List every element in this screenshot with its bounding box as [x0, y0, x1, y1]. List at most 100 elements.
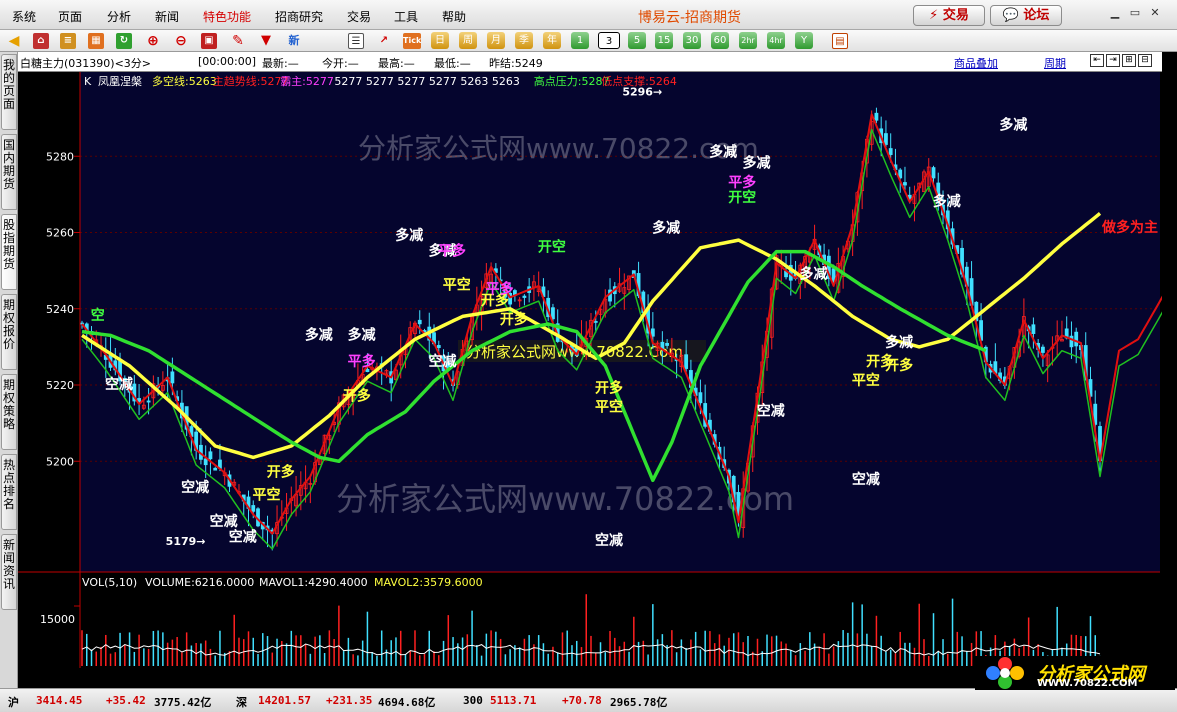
filter-icon[interactable]: ▼ — [258, 33, 274, 49]
mavol2-value: MAVOL2:3579.6000 — [374, 576, 483, 589]
back-arrow-icon[interactable]: ◀ — [6, 33, 22, 49]
overlay-link[interactable]: 商品叠加 — [954, 55, 998, 71]
candle-body — [203, 458, 208, 466]
mavol1-value: MAVOL1:4290.4000 — [259, 576, 368, 589]
candle-body — [146, 400, 151, 403]
menu-features[interactable]: 特色功能 — [203, 8, 251, 25]
tab-news[interactable]: 新闻资讯 — [1, 534, 17, 610]
signal-label-7: 多减 — [305, 326, 333, 343]
menu-tools[interactable]: 工具 — [394, 8, 418, 25]
cycle-5min[interactable]: 5 — [628, 32, 646, 49]
tab-option-quotes[interactable]: 期权报价 — [1, 294, 17, 370]
low-price: 最低:— — [434, 57, 471, 70]
forum-button[interactable]: 💬 论坛 — [990, 5, 1062, 26]
sz-price: 14201.57 — [258, 694, 311, 707]
cycle-60min[interactable]: 60 — [711, 32, 729, 49]
trend-icon[interactable]: ↗ — [376, 33, 392, 49]
indicator-prefix: K — [84, 75, 92, 88]
tick-icon[interactable]: Tick — [403, 33, 421, 49]
high-price: 最高:— — [378, 57, 415, 70]
menu-trade[interactable]: 交易 — [347, 8, 371, 25]
cycle-week[interactable]: 周 — [459, 32, 477, 49]
chart-settings-icon[interactable]: ⊟ — [1138, 54, 1152, 67]
pen-icon[interactable]: ✎ — [230, 33, 246, 49]
tab-my-pages-label: 我的页面 — [2, 58, 15, 111]
trade-button[interactable]: ⚡ 交易 — [913, 5, 985, 26]
zoom-in-icon[interactable]: ⊕ — [145, 33, 161, 49]
menu-research[interactable]: 招商研究 — [275, 8, 323, 25]
tab-index-futures[interactable]: 股指期货 — [1, 214, 17, 290]
signal-label-10: 开多 — [343, 387, 371, 404]
quote-time: [00:00:00] — [198, 55, 256, 68]
cycle-2hr[interactable]: 2hr — [739, 32, 757, 49]
signal-label-32: 平空 — [852, 372, 880, 389]
status-bar: 沪 3414.45 +35.42 3775.42亿 深 14201.57 +23… — [0, 688, 1177, 712]
close-icon[interactable]: ✕ — [1148, 6, 1162, 20]
cycle-year-y[interactable]: Y — [795, 32, 813, 49]
signal-label-11: 多减 — [395, 227, 423, 244]
menu-system[interactable]: 系统 — [12, 8, 36, 25]
contract-name[interactable]: 白糖主力(031390)<3分> — [20, 55, 151, 71]
menu-help[interactable]: 帮助 — [442, 8, 466, 25]
period-link[interactable]: 周期 — [1044, 55, 1066, 71]
calculator-icon[interactable]: ▤ — [832, 33, 848, 49]
menu-page[interactable]: 页面 — [58, 8, 82, 25]
cycle-15min[interactable]: 15 — [655, 32, 673, 49]
indicator-value-4: 高点压力:5287 — [534, 74, 610, 88]
signal-label-2: 空减 — [181, 479, 209, 496]
kline-chart[interactable]: 分析家公式网www.70822.com分析家公式网www.70822.com分析… — [18, 72, 1162, 668]
signal-label-6: 平空 — [252, 486, 280, 503]
scroll-left-icon[interactable]: ⇤ — [1090, 54, 1104, 67]
menu-news[interactable]: 新闻 — [155, 8, 179, 25]
tab-hot-ranking-label: 热点排名 — [2, 458, 15, 511]
cycle-day[interactable]: 日 — [431, 32, 449, 49]
signal-label-9: 平多 — [348, 353, 376, 370]
table-icon[interactable]: ☰ — [348, 33, 364, 49]
signal-label-34: 开多 — [885, 357, 913, 374]
watermark-top: 分析家公式网www.70822.com — [358, 132, 759, 165]
quote-list-icon[interactable]: ≡ — [60, 33, 76, 49]
candle-body — [888, 148, 893, 156]
candle-body — [208, 451, 213, 460]
cycle-3min[interactable]: 3 — [598, 32, 620, 49]
cycle-4hr[interactable]: 4hr — [767, 32, 785, 49]
tab-option-strategy[interactable]: 期权策略 — [1, 374, 17, 450]
layers-icon[interactable]: ▣ — [201, 33, 217, 49]
home-icon[interactable]: ⌂ — [33, 33, 49, 49]
cycle-season[interactable]: 季 — [515, 32, 533, 49]
scroll-right-icon[interactable]: ⇥ — [1106, 54, 1120, 67]
signal-label-35: 多减 — [933, 193, 961, 210]
tab-domestic-futures[interactable]: 国内期货 — [1, 134, 17, 210]
signal-label-18: 开空 — [538, 239, 566, 256]
side-note-text: 做多为主 — [1101, 219, 1158, 236]
chart-window-icon[interactable]: ▦ — [88, 33, 104, 49]
volume-tick: 15000 — [40, 613, 75, 626]
signal-label-21: 平空 — [595, 399, 623, 416]
signal-label-27: 开空 — [728, 189, 756, 206]
signal-label-1: 空减 — [105, 376, 133, 393]
signal-label-23: 多减 — [652, 220, 680, 237]
signal-label-0: 空 — [91, 307, 105, 324]
cycle-1min[interactable]: 1 — [571, 32, 589, 49]
chat-bubble-icon: 💬 — [1002, 8, 1019, 23]
sh-price: 3414.45 — [36, 694, 83, 707]
menu-analysis[interactable]: 分析 — [107, 8, 131, 25]
zoom-fit-icon[interactable]: ⊞ — [1122, 54, 1136, 67]
volume-value: VOLUME:6216.0000 — [145, 576, 254, 589]
zoom-out-icon[interactable]: ⊖ — [173, 33, 189, 49]
candle-body — [593, 320, 598, 323]
refresh-icon[interactable]: ↻ — [116, 33, 132, 49]
signal-label-3: 空减 — [210, 513, 238, 530]
maximize-icon[interactable]: ▭ — [1128, 6, 1142, 20]
menu-bar: 系统 页面 分析 新闻 特色功能 招商研究 交易 工具 帮助 博易云-招商期货 … — [0, 0, 1177, 30]
new-icon[interactable]: 新 — [286, 33, 302, 49]
minimize-icon[interactable]: ▁ — [1108, 6, 1122, 20]
cycle-30min[interactable]: 30 — [683, 32, 701, 49]
tab-my-pages[interactable]: 我的页面 — [1, 54, 17, 130]
sh-amount: 3775.42亿 — [154, 696, 212, 709]
open-price: 今开:— — [322, 57, 359, 70]
sz-amount: 4694.68亿 — [378, 696, 436, 709]
cycle-year[interactable]: 年 — [543, 32, 561, 49]
tab-hot-ranking[interactable]: 热点排名 — [1, 454, 17, 530]
cycle-month[interactable]: 月 — [487, 32, 505, 49]
